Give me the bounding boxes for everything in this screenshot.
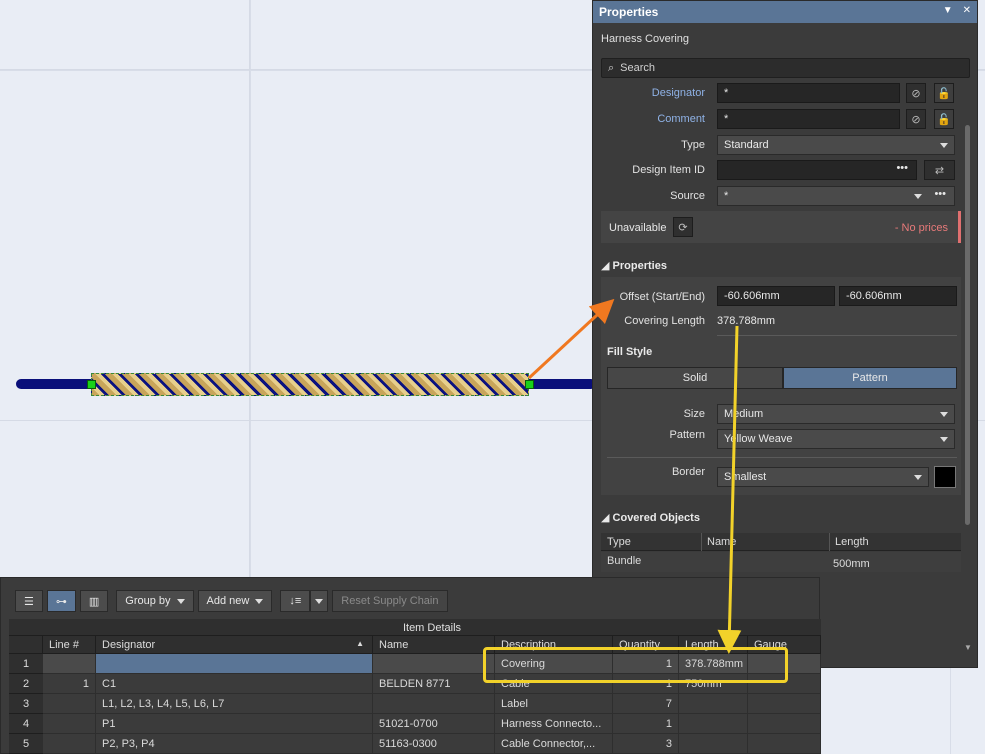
annotation-arrows	[527, 298, 742, 654]
length-arrow	[717, 325, 742, 654]
offset-arrow	[527, 298, 615, 380]
